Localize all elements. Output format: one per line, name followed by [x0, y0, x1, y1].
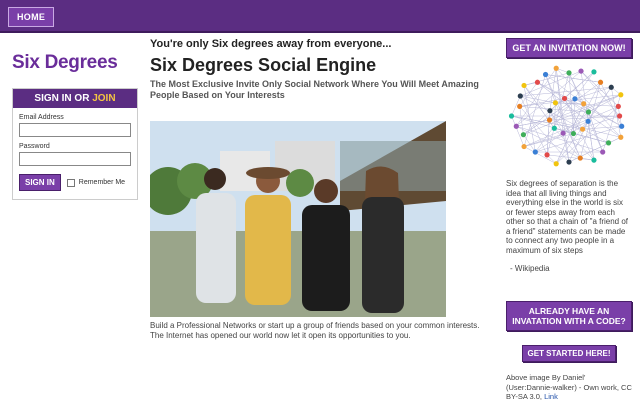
page-description: Build a Professional Networks or start u… — [150, 321, 480, 340]
network-node — [570, 130, 577, 137]
network-node — [560, 130, 566, 136]
network-node — [534, 79, 541, 85]
signin-row: SIGN IN Remember Me — [19, 174, 131, 191]
home-button[interactable]: HOME — [8, 7, 55, 27]
hero-photo — [150, 121, 446, 317]
tagline: You're only Six degrees away from everyo… — [150, 38, 392, 50]
signin-button[interactable]: SIGN IN — [19, 174, 61, 191]
network-node — [566, 159, 572, 165]
left-column: Six Degrees SIGN IN OR JOIN Email Addres… — [12, 40, 138, 200]
signin-form: Email Address Password SIGN IN Remember … — [13, 108, 137, 199]
network-node — [615, 103, 621, 110]
remember-me-checkbox[interactable] — [66, 178, 75, 187]
network-node — [585, 118, 591, 124]
image-credit-text: Above image By Daniel' (User:Dannie-walk… — [506, 373, 632, 401]
invitation-code-button[interactable]: ALREADY HAVE AN INVATATION WITH A CODE? — [506, 301, 632, 331]
network-node — [579, 126, 586, 132]
network-node — [544, 152, 550, 158]
network-node — [566, 70, 572, 76]
network-node — [578, 68, 584, 74]
network-node — [597, 79, 604, 85]
network-graph-illustration — [508, 65, 625, 167]
network-node — [546, 117, 553, 123]
network-node — [608, 84, 614, 90]
join-link[interactable]: JOIN — [92, 93, 115, 104]
top-nav-bar: HOME — [0, 0, 640, 33]
network-node — [591, 157, 597, 163]
network-node — [605, 140, 612, 146]
password-field[interactable] — [19, 152, 131, 166]
get-invitation-button[interactable]: GET AN INVITATION NOW! — [506, 38, 632, 58]
signin-panel: SIGN IN OR JOIN Email Address Password S… — [12, 88, 138, 200]
network-node — [553, 65, 559, 71]
network-node — [513, 123, 519, 129]
network-node — [618, 92, 624, 98]
network-node — [591, 69, 597, 75]
signin-header-label: SIGN IN OR — [34, 93, 93, 104]
page-subtitle: The Most Exclusive Invite Only Social Ne… — [150, 79, 479, 100]
network-node — [532, 149, 538, 155]
network-node — [572, 96, 578, 102]
hero-photo-illustration — [150, 121, 446, 317]
network-node — [581, 101, 587, 107]
network-node — [553, 161, 559, 167]
network-node — [521, 143, 527, 150]
email-field[interactable] — [19, 123, 131, 137]
network-node — [577, 155, 583, 161]
remember-me-label: Remember Me — [78, 179, 126, 186]
main-content: You're only Six degrees away from everyo… — [150, 38, 490, 341]
image-credit-link[interactable]: Link — [544, 392, 558, 401]
network-node — [552, 100, 559, 106]
network-node — [585, 109, 592, 115]
network-node — [600, 149, 606, 155]
email-label: Email Address — [19, 114, 64, 121]
page-title: Six Degrees Social Engine — [150, 55, 377, 75]
network-node — [520, 132, 527, 138]
signin-header: SIGN IN OR JOIN — [13, 89, 137, 108]
network-node — [551, 125, 557, 131]
network-node — [619, 123, 625, 129]
network-node — [521, 82, 527, 89]
six-degrees-quote: Six degrees of separation is the idea th… — [506, 179, 629, 255]
right-column: GET AN INVITATION NOW! Six degrees of se… — [506, 38, 632, 402]
site-logo[interactable]: Six Degrees — [12, 52, 138, 74]
network-node — [618, 134, 624, 140]
image-credit: Above image By Daniel' (User:Dannie-walk… — [506, 373, 632, 402]
network-node — [517, 103, 523, 110]
network-node — [508, 113, 515, 119]
network-node — [542, 71, 549, 78]
network-node — [617, 113, 623, 119]
network-node — [517, 93, 523, 99]
network-node — [547, 108, 553, 114]
password-label: Password — [19, 143, 50, 150]
quote-source: - Wikipedia — [510, 264, 550, 273]
network-node — [561, 95, 568, 102]
get-started-button[interactable]: GET STARTED HERE! — [522, 345, 616, 362]
